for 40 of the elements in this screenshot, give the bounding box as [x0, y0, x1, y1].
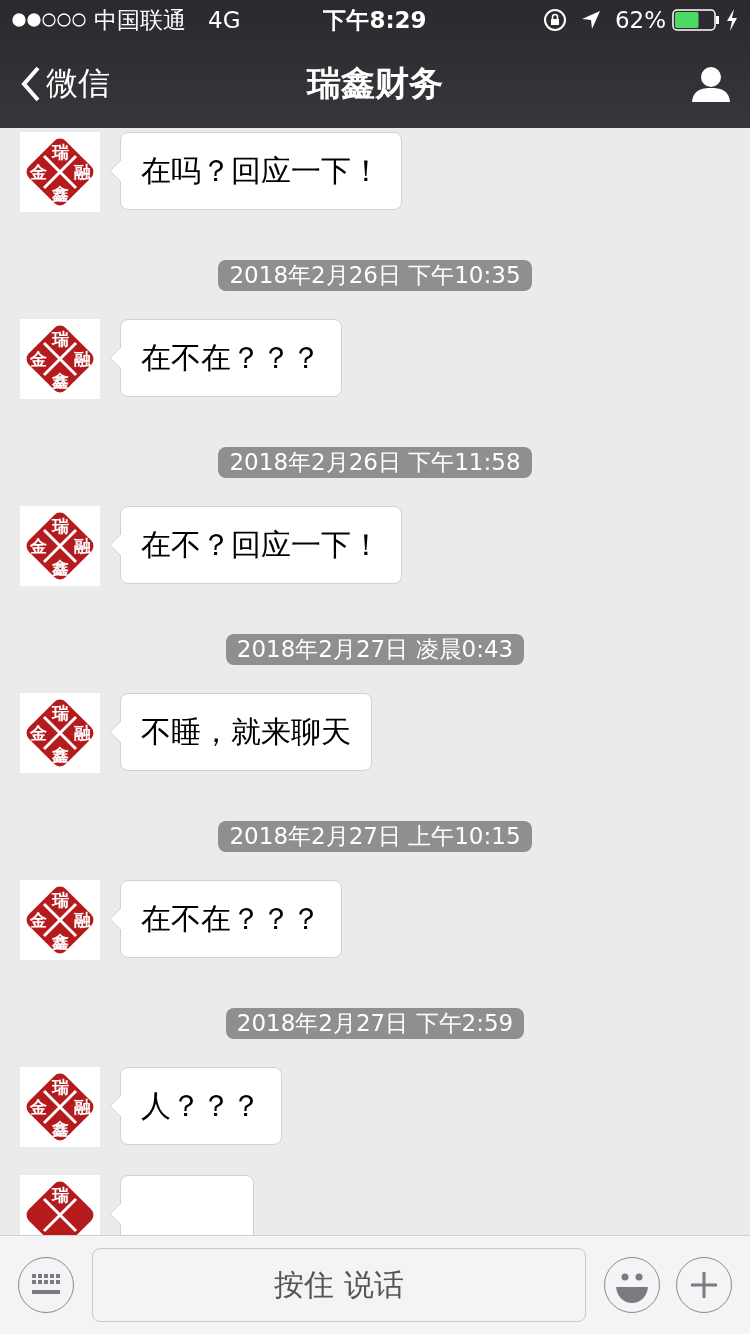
bubble-tail: [109, 160, 121, 182]
logo-avatar: 瑞 融 鑫 金: [20, 693, 100, 773]
battery-icon: [672, 9, 720, 31]
network-text: 4G: [208, 7, 241, 33]
signal-icon: [12, 13, 86, 27]
back-button[interactable]: 微信: [20, 62, 110, 106]
timestamp-label: 2018年2月27日 下午2:59: [225, 1008, 525, 1039]
logo-avatar: 瑞 融 鑫 金: [20, 319, 100, 399]
message-bubble: 在不在？？？: [120, 319, 342, 397]
keyboard-icon[interactable]: [31, 1274, 61, 1296]
message-bubble: 在吗？回应一下！: [120, 132, 402, 210]
timestamp-label: 2018年2月26日 下午10:35: [218, 260, 532, 291]
clock-text: 下午8:29: [323, 5, 427, 35]
bubble-tail: [109, 347, 121, 369]
message-bubble: 人？？？: [120, 1067, 282, 1145]
bubble-tail: [109, 1203, 121, 1225]
chat-title: 瑞鑫财务: [307, 62, 443, 105]
plus-icon[interactable]: [689, 1270, 719, 1300]
location-arrow-icon: [580, 10, 601, 30]
carrier-text: 中国联通: [94, 5, 186, 35]
hold-to-talk-button[interactable]: 按住 说话: [92, 1248, 586, 1322]
logo-avatar: 瑞 融 鑫 金: [20, 880, 100, 960]
timestamp-label: 2018年2月26日 下午11:58: [218, 447, 532, 478]
logo-avatar: 瑞 融 鑫 金: [20, 132, 100, 212]
bubble-tail: [109, 1095, 121, 1117]
message-bubble: 在不？回应一下！: [120, 506, 402, 584]
timestamp-label: 2018年2月27日 凌晨0:43: [225, 634, 525, 665]
timestamp-label: 2018年2月27日 上午10:15: [218, 821, 532, 852]
bubble-tail: [109, 908, 121, 930]
message-bubble: 不睡，就来聊天: [120, 693, 372, 771]
back-chevron-icon[interactable]: [20, 66, 42, 102]
logo-avatar: 瑞 融 鑫 金: [20, 506, 100, 586]
logo-avatar: 瑞 融 鑫 金: [20, 1067, 100, 1147]
bubble-tail: [109, 721, 121, 743]
bubble-tail: [109, 534, 121, 556]
battery-percent-text: 62%: [614, 7, 666, 33]
logo-avatar: 瑞: [20, 1175, 100, 1235]
rotation-lock-icon: [542, 8, 567, 32]
message-bubble: 在不在？？？: [120, 880, 342, 958]
person-icon[interactable]: [692, 66, 730, 102]
